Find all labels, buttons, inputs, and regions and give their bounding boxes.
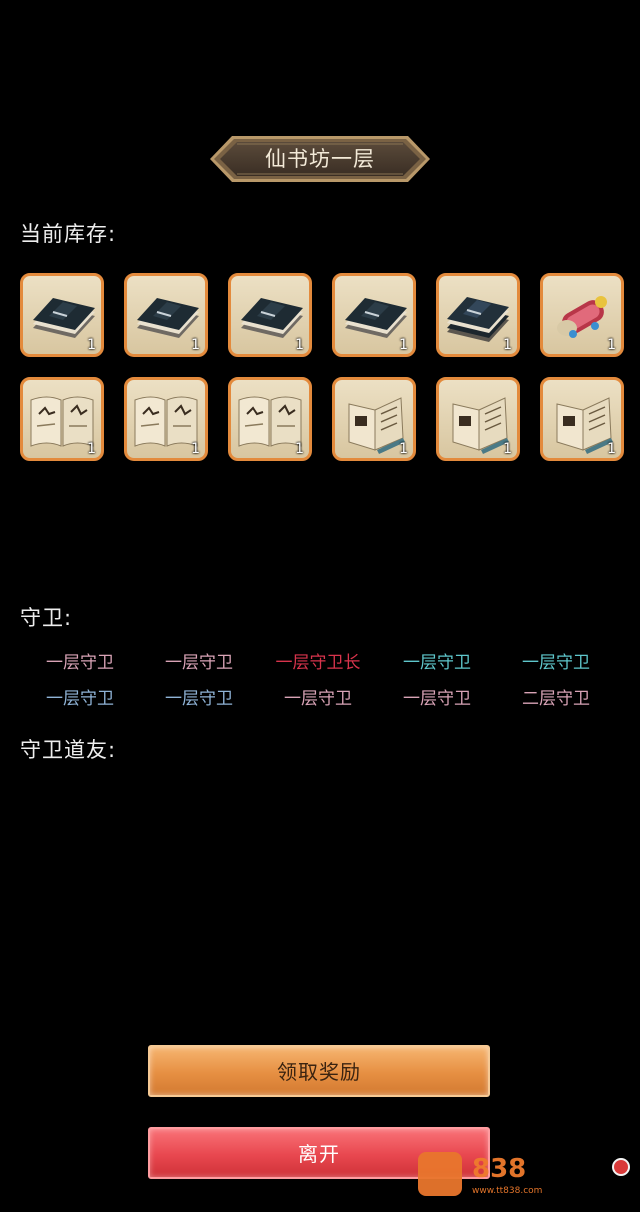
inventory-slot-dark-book[interactable]: 1 <box>20 273 104 357</box>
item-quantity: 1 <box>191 441 200 457</box>
item-quantity: 1 <box>295 441 304 457</box>
item-quantity: 1 <box>87 441 96 457</box>
guard-name[interactable]: 一层守卫 <box>139 684 259 709</box>
item-quantity: 1 <box>191 337 200 353</box>
item-quantity: 1 <box>607 441 616 457</box>
title-banner: 仙书坊一层 <box>210 132 430 186</box>
item-quantity: 1 <box>399 337 408 353</box>
inventory-label: 当前库存: <box>20 222 117 246</box>
page-title: 仙书坊一层 <box>265 147 375 171</box>
guard-name[interactable]: 一层守卫 <box>20 684 140 709</box>
guard-name[interactable]: 一层守卫 <box>258 684 378 709</box>
item-quantity: 1 <box>503 441 512 457</box>
inventory-slot-open-book[interactable]: 1 <box>20 377 104 461</box>
watermark-text: 838 <box>472 1154 527 1184</box>
item-quantity: 1 <box>295 337 304 353</box>
inventory-slot-dark-book[interactable]: 1 <box>124 273 208 357</box>
inventory-slot-dark-book[interactable]: 1 <box>332 273 416 357</box>
lion-logo-icon <box>418 1152 462 1196</box>
inventory-slot-open-manual[interactable]: 1 <box>332 377 416 461</box>
inventory-slot-open-book[interactable]: 1 <box>228 377 312 461</box>
guard-name[interactable]: 一层守卫 <box>20 648 140 673</box>
inventory-slot-dark-book-stack[interactable]: 1 <box>436 273 520 357</box>
item-quantity: 1 <box>503 337 512 353</box>
guard-name[interactable]: 一层守卫 <box>377 684 497 709</box>
guard-name[interactable]: 二层守卫 <box>496 684 616 709</box>
item-quantity: 1 <box>399 441 408 457</box>
inventory-slot-open-book[interactable]: 1 <box>124 377 208 461</box>
inventory-slot-open-manual[interactable]: 1 <box>540 377 624 461</box>
guard-captain-name[interactable]: 一层守卫长 <box>258 648 378 673</box>
claim-reward-button[interactable]: 领取奖励 <box>148 1045 490 1097</box>
watermark: 838 www.tt838.com <box>418 1148 640 1198</box>
guard-name[interactable]: 一层守卫 <box>496 648 616 673</box>
guard-name[interactable]: 一层守卫 <box>139 648 259 673</box>
record-dot-icon <box>612 1158 630 1176</box>
inventory-slot-dark-book[interactable]: 1 <box>228 273 312 357</box>
inventory-slot-scroll[interactable]: 1 <box>540 273 624 357</box>
inventory-slot-open-manual[interactable]: 1 <box>436 377 520 461</box>
guard-name[interactable]: 一层守卫 <box>377 648 497 673</box>
item-quantity: 1 <box>607 337 616 353</box>
watermark-url: www.tt838.com <box>472 1186 543 1196</box>
item-quantity: 1 <box>87 337 96 353</box>
guards-label: 守卫: <box>20 606 73 630</box>
allies-label: 守卫道友: <box>20 738 117 762</box>
